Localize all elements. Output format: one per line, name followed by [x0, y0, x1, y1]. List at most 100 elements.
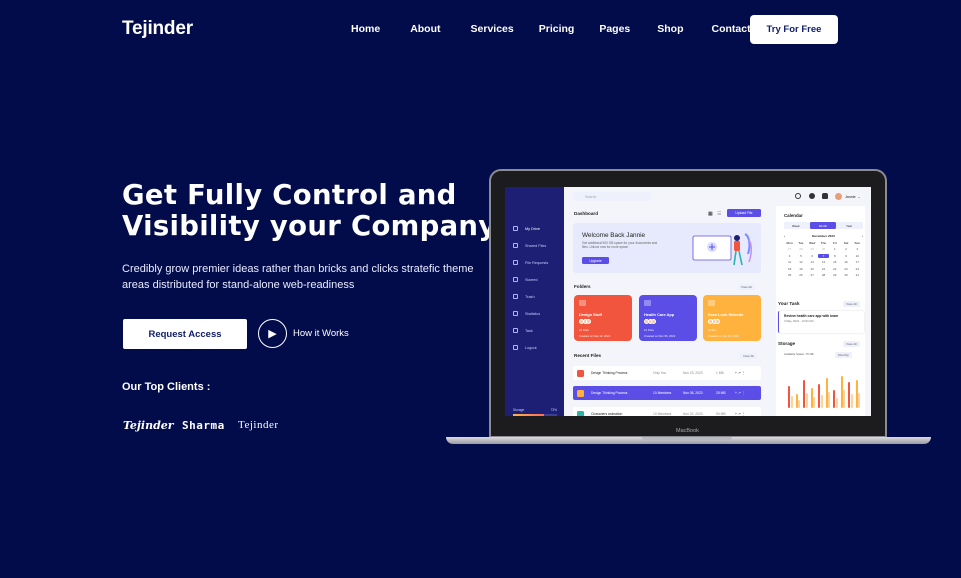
prev-month-icon[interactable]: ‹ [784, 234, 785, 238]
calendar-day[interactable]: 18 [784, 267, 795, 271]
calendar-day[interactable]: 13 [807, 260, 818, 264]
file-name: Characters animation [591, 412, 623, 416]
request-access-button[interactable]: Request Access [123, 319, 247, 349]
sidebar-item-logout[interactable]: Logout [513, 345, 537, 350]
storage-bar [858, 392, 861, 408]
calendar-day[interactable]: 3 [852, 247, 863, 251]
calendar-day[interactable]: 10 [852, 254, 863, 258]
calendar-day[interactable]: 28 [795, 247, 806, 251]
calendar-day[interactable]: 8 [829, 254, 840, 258]
sidebar-item-my-drive[interactable]: My Drive [513, 226, 540, 231]
nav-home[interactable]: Home [351, 23, 380, 35]
upload-file-button[interactable]: Upload File [727, 209, 761, 217]
calendar-day[interactable]: 26 [795, 273, 806, 277]
play-button[interactable]: ▶ [258, 319, 287, 348]
recent-view-all[interactable]: View All [740, 353, 757, 359]
sidebar-item-label: Task [525, 328, 533, 333]
sidebar-item-starred[interactable]: Starred [513, 277, 537, 282]
calendar-day[interactable]: 11 [784, 260, 795, 264]
calendar-day[interactable]: 15 [829, 260, 840, 264]
next-month-icon[interactable]: › [862, 234, 863, 238]
folder-icon [579, 300, 586, 306]
play-icon: ▶ [268, 328, 277, 340]
calendar-day[interactable]: 14 [818, 260, 829, 264]
upgrade-button[interactable]: Upgrade [582, 257, 609, 264]
hero-subtitle: Credibly grow premier ideas rather than … [122, 261, 482, 293]
tab-month[interactable]: Month [810, 222, 836, 229]
sidebar-item-label: Starred [525, 277, 538, 282]
calendar-day[interactable]: 19 [795, 267, 806, 271]
task-view-all[interactable]: View All [843, 301, 860, 307]
storage-bar [813, 397, 816, 408]
calendar-day[interactable]: 12 [795, 260, 806, 264]
calendar-day[interactable]: 21 [818, 267, 829, 271]
calendar-day[interactable]: 25 [784, 273, 795, 277]
calendar-day[interactable]: 9 [840, 254, 851, 258]
user-name: Jannie [845, 194, 856, 199]
folder-card-sass-look-website[interactable]: Sass Look Website 9 Files Created on Jan… [703, 295, 761, 341]
tab-year[interactable]: Year [846, 224, 852, 228]
sidebar-item-shared-files[interactable]: Shared Files [513, 243, 546, 248]
sidebar-item-file-requests[interactable]: File Requests [513, 260, 548, 265]
search-input[interactable]: Search [573, 192, 651, 201]
calendar-day[interactable]: 4 [784, 254, 795, 258]
storage-view-all[interactable]: View All [843, 341, 860, 347]
calendar-day[interactable]: 30 [840, 273, 851, 277]
storage-period-select[interactable]: Monthly [835, 352, 852, 358]
nav-shop[interactable]: Shop [657, 23, 683, 35]
bell-icon[interactable] [822, 193, 828, 199]
folder-card-design-stuff[interactable]: Design Stuff 24 Files Created on Sep 12,… [574, 295, 632, 341]
folders-view-all[interactable]: View All [738, 284, 755, 290]
nav-about[interactable]: About [410, 23, 440, 35]
nav-contact[interactable]: Contact [712, 23, 751, 35]
folder-card-health-care-app[interactable]: Health Care App 12 Files Created on Nov … [639, 295, 697, 341]
nav-services[interactable]: Services [471, 23, 514, 35]
recent-file-row[interactable]: Characters animation 10 Members Nov 02, … [573, 407, 761, 416]
recent-file-row[interactable]: Design Thinking Process 10 Members Nov 0… [573, 386, 761, 400]
calendar-day[interactable]: 23 [840, 267, 851, 271]
calendar-day[interactable]: 29 [807, 247, 818, 251]
row-actions-icon[interactable]: + ↗ ⋮ [735, 412, 745, 416]
nav-pages[interactable]: Pages [599, 23, 630, 35]
tab-week[interactable]: Week [792, 224, 800, 228]
calendar-day[interactable]: 29 [829, 273, 840, 277]
calendar-day[interactable]: 1 [829, 247, 840, 251]
calendar-day[interactable]: 6 [807, 254, 818, 258]
calendar-day[interactable]: 27 [784, 247, 795, 251]
calendar-day[interactable]: 28 [818, 273, 829, 277]
list-view-icon[interactable]: ☰ [717, 211, 721, 217]
star-icon [513, 277, 518, 282]
grid-view-icon[interactable]: ▦ [708, 211, 713, 217]
user-menu[interactable]: Jannie ⌄ [835, 193, 861, 200]
hero-subtitle-line-2: areas distributed for stand-alone web-re… [122, 279, 355, 291]
hero-title: Get Fully Control and Visibility your Co… [122, 180, 502, 242]
calendar-weekday: Mon [786, 241, 793, 245]
sidebar-item-task[interactable]: Task [513, 328, 533, 333]
calendar-day[interactable]: 27 [807, 273, 818, 277]
brand-logo[interactable]: Tejinder [122, 18, 193, 40]
nav-pricing[interactable]: Pricing [539, 23, 575, 35]
calendar-day[interactable]: 17 [852, 260, 863, 264]
sidebar-item-statistics[interactable]: Statistics [513, 311, 540, 316]
calendar-day[interactable]: 2 [840, 247, 851, 251]
theme-icon[interactable] [809, 193, 815, 199]
row-actions-icon[interactable]: + ↗ ⋮ [735, 371, 745, 375]
sidebar-item-trash[interactable]: Trash [513, 294, 535, 299]
help-icon[interactable] [795, 193, 801, 199]
task-meta: 3 May, 2024 · 10:00 AM [784, 319, 814, 323]
calendar-day[interactable]: 5 [795, 254, 806, 258]
laptop-label: MacBook [676, 428, 699, 434]
calendar-day[interactable]: 20 [807, 267, 818, 271]
calendar-day[interactable]: 22 [829, 267, 840, 271]
calendar-day[interactable]: 24 [852, 267, 863, 271]
how-it-works-link[interactable]: How it Works [293, 328, 349, 339]
row-actions-icon[interactable]: + ↗ ⋮ [735, 391, 745, 395]
task-card[interactable]: Review health care app with team 3 May, … [778, 311, 864, 333]
file-name: Design Thinking Process [591, 371, 628, 375]
calendar-day[interactable]: 16 [840, 260, 851, 264]
try-for-free-button[interactable]: Try For Free [750, 15, 838, 44]
recent-file-row[interactable]: Design Thinking Process Only You Nov 23,… [573, 366, 761, 380]
calendar-day[interactable]: 7 [817, 253, 830, 258]
calendar-day[interactable]: 30 [818, 247, 829, 251]
calendar-day[interactable]: 31 [852, 273, 863, 277]
